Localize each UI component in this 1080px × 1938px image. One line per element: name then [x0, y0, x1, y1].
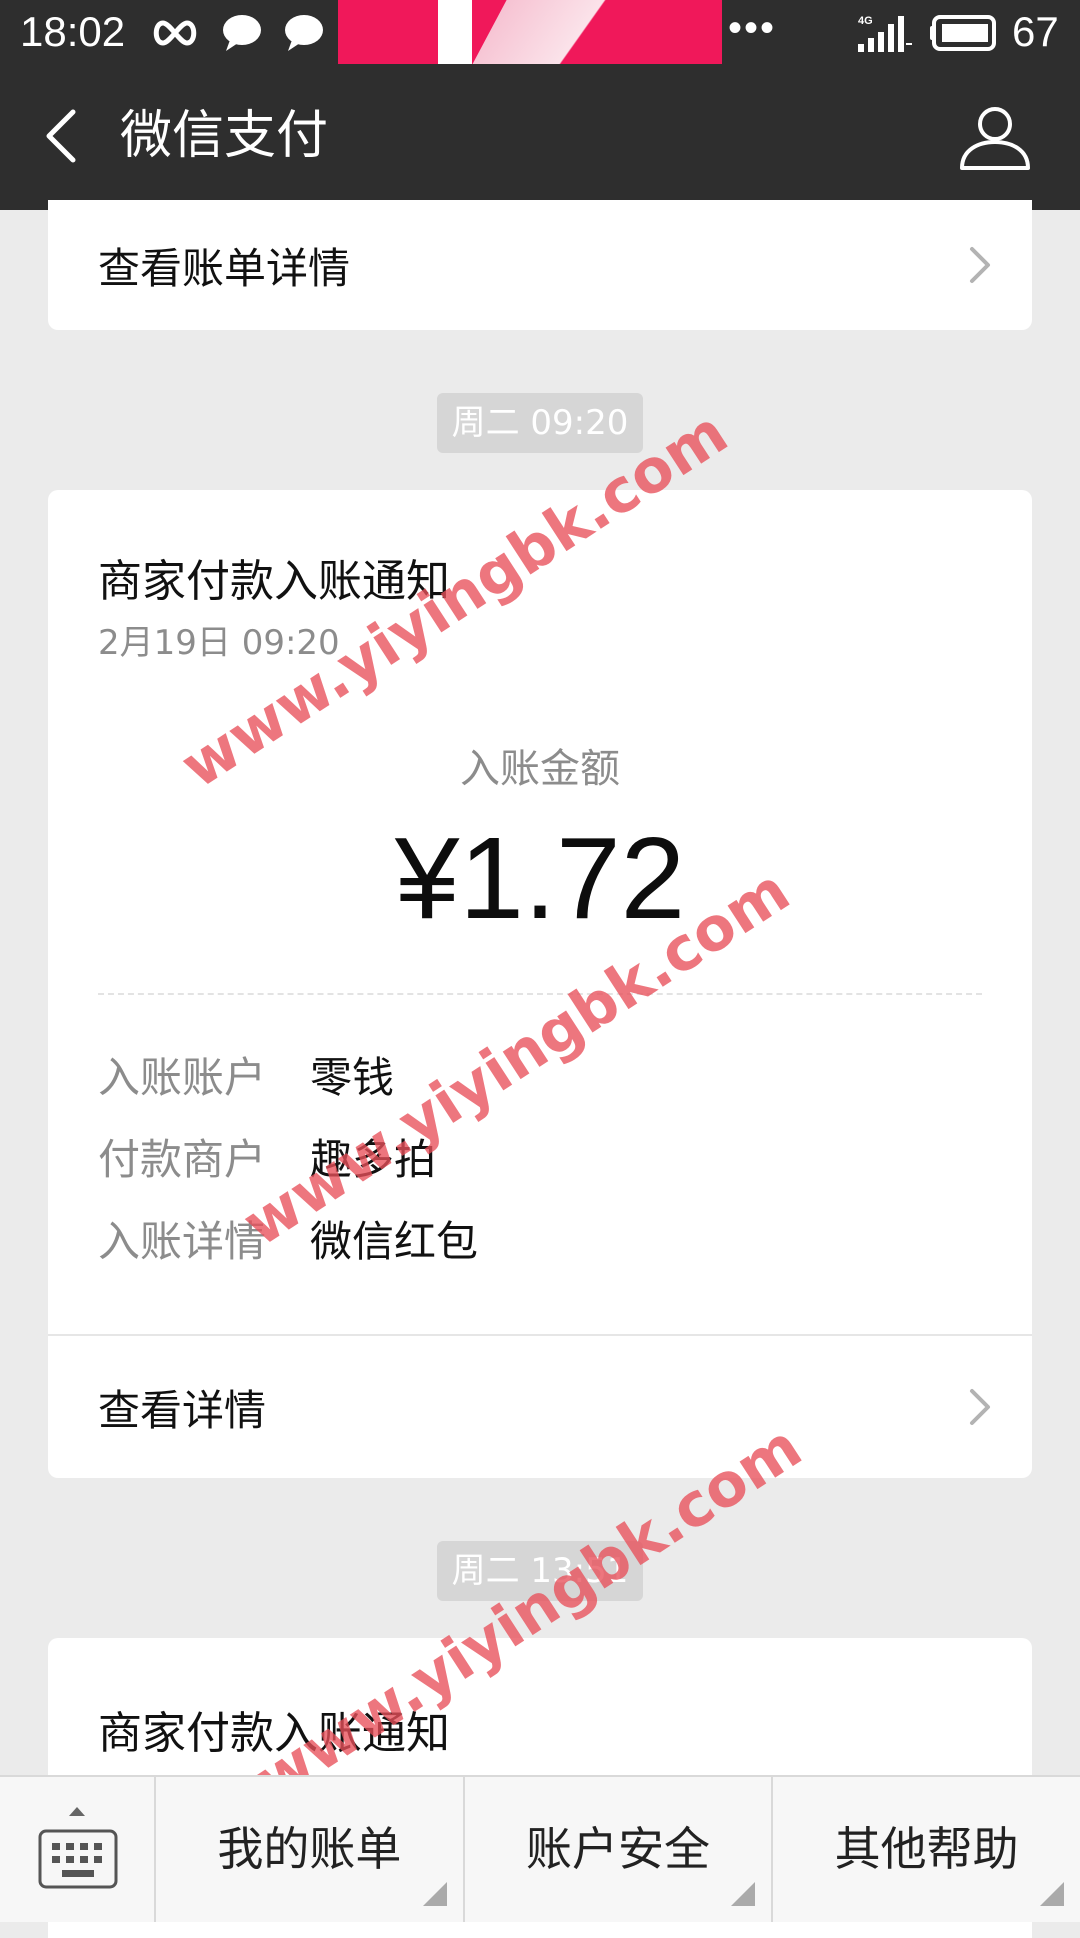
chat-bubble-icon: [285, 15, 323, 51]
back-button[interactable]: [30, 100, 90, 172]
payment-notice-card: 商家付款入账通知 2月19日 09:20 入账金额 ¥1.72 入账账户 零钱 付…: [48, 490, 1032, 1478]
menu-label: 我的账单: [217, 1822, 402, 1876]
back-arrow-icon: [46, 109, 76, 163]
detail-row: 付款商户 趣多拍: [98, 1132, 436, 1188]
amount-label: 入账金额: [460, 746, 620, 792]
view-details-row[interactable]: 查看详情: [48, 1336, 1032, 1478]
chevron-right-icon: [970, 1389, 990, 1425]
menu-label: 其他帮助: [834, 1822, 1019, 1876]
menu-my-bills[interactable]: 我的账单: [156, 1777, 465, 1922]
keyboard-toggle-button[interactable]: [0, 1777, 156, 1922]
keyboard-icon: [38, 1829, 118, 1889]
amount-value: ¥1.72: [394, 813, 686, 943]
menu-other-help[interactable]: 其他帮助: [773, 1777, 1080, 1922]
detail-key: 入账详情: [98, 1217, 267, 1266]
notice-title: 商家付款入账通知: [98, 556, 450, 607]
message-time-badge: 周二 09:20: [437, 393, 643, 453]
submenu-corner-icon: [422, 1882, 447, 1906]
bill-card: 查看账单详情: [48, 200, 1032, 330]
submenu-corner-icon: [731, 1882, 756, 1906]
detail-value: 趣多拍: [310, 1135, 437, 1184]
status-banner-image: [338, 0, 722, 64]
bottom-menu: 我的账单 账户安全 其他帮助: [0, 1775, 1080, 1922]
profile-button[interactable]: [958, 102, 1032, 176]
view-bill-details-row[interactable]: 查看账单详情: [48, 200, 1032, 330]
view-bill-details-label: 查看账单详情: [98, 243, 351, 293]
network-type-label: 4G: [858, 15, 873, 27]
status-notification-icons: [150, 12, 324, 54]
signal-4g-icon: 4G: [858, 15, 912, 52]
notice-title: 商家付款入账通知: [98, 1708, 450, 1759]
title-bar: 微信支付: [0, 64, 1080, 210]
status-bar: 18:02 ••• 4G 67: [0, 0, 1080, 64]
notice-date: 2月19日 09:20: [98, 623, 340, 663]
detail-row: 入账详情 微信红包: [98, 1214, 478, 1270]
chevron-right-icon: [970, 247, 990, 283]
page-title: 微信支付: [120, 106, 329, 166]
person-icon: [960, 107, 1030, 170]
detail-value: 微信红包: [310, 1217, 479, 1266]
battery-percent: 67: [1012, 8, 1059, 55]
status-more-dots: •••: [728, 6, 777, 50]
dashed-divider: [98, 993, 982, 995]
detail-key: 付款商户: [98, 1135, 267, 1184]
chat-bubble-icon: [223, 15, 261, 51]
infinity-icon: [153, 20, 197, 46]
battery-icon: [930, 15, 996, 51]
caret-up-icon: [69, 1807, 85, 1816]
submenu-corner-icon: [1040, 1882, 1065, 1906]
menu-account-security[interactable]: 账户安全: [465, 1777, 774, 1922]
detail-row: 入账账户 零钱: [98, 1050, 394, 1106]
view-details-label: 查看详情: [98, 1385, 267, 1435]
message-time-badge: 周二 13:51: [437, 1541, 643, 1601]
detail-value: 零钱: [310, 1053, 395, 1102]
status-time: 18:02: [20, 8, 126, 55]
menu-label: 账户安全: [526, 1822, 710, 1876]
detail-key: 入账账户: [98, 1053, 267, 1102]
